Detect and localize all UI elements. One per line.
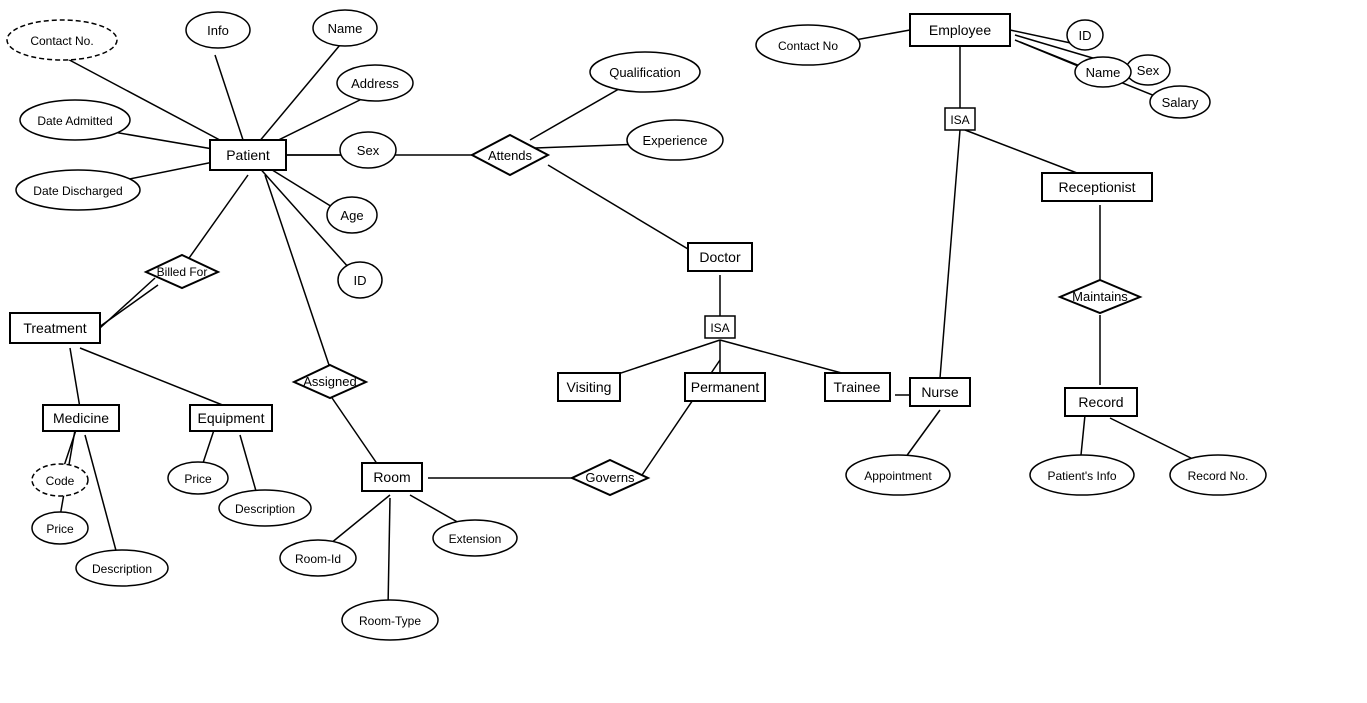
info-attr: Info	[207, 23, 229, 38]
experience-attr: Experience	[642, 133, 707, 148]
nurse-entity: Nurse	[921, 384, 959, 400]
trainee-entity: Trainee	[834, 379, 881, 395]
contact-no-patient-attr: Contact No.	[30, 34, 93, 48]
appointment-attr: Appointment	[864, 469, 932, 483]
extension-attr: Extension	[449, 532, 502, 546]
salary-attr: Salary	[1162, 95, 1199, 110]
name-patient-attr: Name	[328, 21, 363, 36]
medicine-entity: Medicine	[53, 410, 109, 426]
isa-doctor: ISA	[710, 321, 729, 335]
contact-no-emp-attr: Contact No	[778, 39, 838, 53]
desc-equip-attr: Description	[235, 502, 295, 516]
patients-info-attr: Patient's Info	[1048, 469, 1117, 483]
er-diagram: Patient Employee Doctor Treatment Medici…	[0, 0, 1367, 703]
qualification-attr: Qualification	[609, 65, 681, 80]
price-equip-attr: Price	[184, 472, 212, 486]
isa-employee: ISA	[950, 113, 969, 127]
permanent-entity: Permanent	[691, 379, 760, 395]
price-med-attr: Price	[46, 522, 74, 536]
name-emp-attr: Name	[1086, 65, 1121, 80]
employee-entity: Employee	[929, 22, 991, 38]
room-id-attr: Room-Id	[295, 552, 341, 566]
sex-emp-attr: Sex	[1137, 63, 1160, 78]
id-patient-attr: ID	[354, 273, 367, 288]
assigned-relationship: Assigned	[303, 374, 356, 389]
treatment-entity: Treatment	[23, 320, 86, 336]
patient-entity: Patient	[226, 147, 270, 163]
billed-for-relationship: Billed For	[157, 265, 208, 279]
sex-patient-attr: Sex	[357, 143, 380, 158]
date-discharged-attr: Date Discharged	[33, 184, 122, 198]
room-entity: Room	[373, 469, 410, 485]
visiting-entity: Visiting	[567, 379, 612, 395]
maintains-relationship: Maintains	[1072, 289, 1128, 304]
id-emp-attr: ID	[1079, 28, 1092, 43]
record-entity: Record	[1078, 394, 1123, 410]
room-type-attr: Room-Type	[359, 614, 421, 628]
receptionist-entity: Receptionist	[1058, 179, 1135, 195]
attends-relationship: Attends	[488, 148, 533, 163]
doctor-entity: Doctor	[699, 249, 741, 265]
equipment-entity: Equipment	[198, 410, 265, 426]
age-attr: Age	[340, 208, 363, 223]
code-med-attr: Code	[46, 474, 75, 488]
record-no-attr: Record No.	[1188, 469, 1249, 483]
desc-med-attr: Description	[92, 562, 152, 576]
date-admitted-attr: Date Admitted	[37, 114, 112, 128]
address-attr: Address	[351, 76, 399, 91]
governs-relationship: Governs	[585, 470, 635, 485]
